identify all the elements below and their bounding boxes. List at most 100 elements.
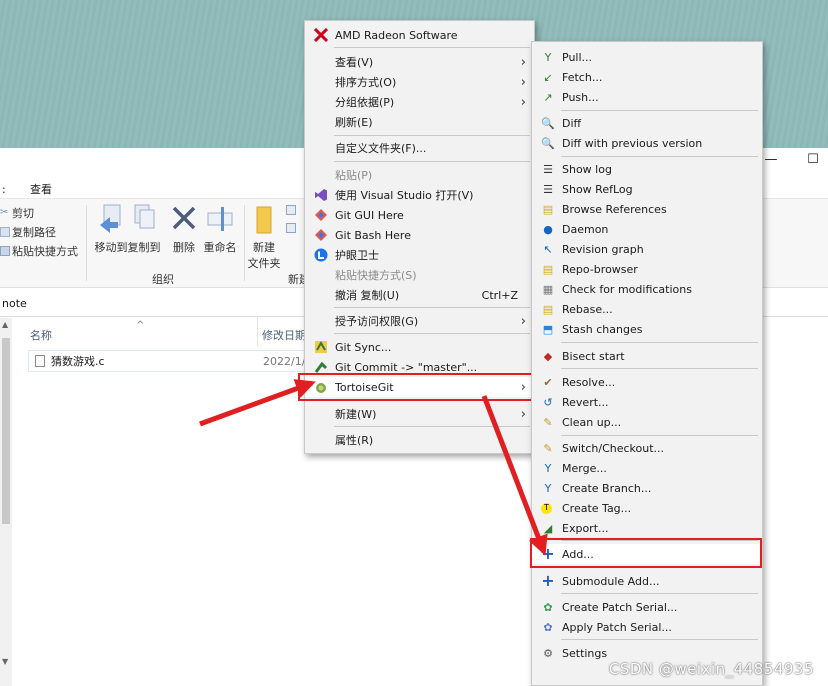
- minimize-button[interactable]: —: [764, 152, 778, 167]
- menu-item-paste-shortcut: 粘贴快捷方式(S): [305, 265, 534, 285]
- check-modifications-icon: ▦: [542, 282, 554, 296]
- pull-icon: Y: [544, 50, 552, 64]
- new-item-icon[interactable]: [286, 205, 296, 215]
- menu-item-view[interactable]: 查看(V) ›: [305, 52, 534, 72]
- menu-item-label: Check for modifications: [562, 282, 692, 296]
- tortoise-menu-item-clean-up[interactable]: ✎ Clean up...: [532, 412, 762, 432]
- menu-item-open-visual-studio[interactable]: 使用 Visual Studio 打开(V): [305, 185, 534, 205]
- easy-access-icon[interactable]: [286, 223, 296, 233]
- rename-button[interactable]: 重命名: [198, 203, 242, 255]
- new-folder-button[interactable]: 新建 文件夹: [242, 203, 286, 271]
- revert-icon: ↺: [543, 395, 553, 409]
- group-label-organize: 组织: [152, 273, 174, 286]
- tortoise-menu-item-show-log[interactable]: ☰ Show log: [532, 159, 762, 179]
- menu-separator: [561, 435, 758, 436]
- tortoise-menu-item-rebase[interactable]: ▤ Rebase...: [532, 299, 762, 319]
- menu-item-label: 属性(R): [335, 434, 374, 447]
- cut-button[interactable]: ✂ 剪切: [0, 205, 78, 221]
- menu-item-git-sync[interactable]: Git Sync...: [305, 337, 534, 357]
- menu-item-label: 授予访问权限(G): [335, 315, 419, 328]
- menu-item-eye-guard[interactable]: 护眼卫士: [305, 245, 534, 265]
- menu-item-customize-folder[interactable]: 自定义文件夹(F)...: [305, 138, 534, 158]
- tortoise-menu-item-create-tag[interactable]: T Create Tag...: [532, 498, 762, 518]
- tortoise-menu-item-merge[interactable]: Y Merge...: [532, 458, 762, 478]
- copy-path-button[interactable]: 复制路径: [0, 224, 78, 240]
- diff-previous-icon: 🔍: [541, 136, 555, 150]
- merge-icon: Y: [544, 461, 552, 475]
- paste-shortcut-button[interactable]: 粘贴快捷方式: [0, 243, 78, 259]
- column-header-modified[interactable]: 修改日期: [262, 327, 306, 343]
- menu-item-label: Bisect start: [562, 349, 625, 363]
- tortoise-menu-item-revision-graph[interactable]: ↖ Revision graph: [532, 239, 762, 259]
- menu-item-new[interactable]: 新建(W) ›: [305, 404, 534, 424]
- tortoise-menu-item-create-patch[interactable]: ✿ Create Patch Serial...: [532, 597, 762, 617]
- menu-item-label: 分组依据(P): [335, 96, 395, 109]
- maximize-button[interactable]: ☐: [806, 152, 820, 167]
- tortoise-menu-item-bisect[interactable]: ◆ Bisect start: [532, 346, 762, 366]
- menu-item-group-by[interactable]: 分组依据(P) ›: [305, 92, 534, 112]
- tortoise-menu-item-browse-references[interactable]: ▤ Browse References: [532, 199, 762, 219]
- scroll-down-icon[interactable]: ▼: [2, 657, 8, 666]
- menu-item-label: Create Tag...: [562, 501, 632, 515]
- tortoise-menu-item-submodule-add[interactable]: + Submodule Add...: [532, 571, 762, 591]
- menu-item-paste: 粘贴(P): [305, 165, 534, 185]
- menu-item-label: Pull...: [562, 50, 593, 64]
- copy-to-button[interactable]: 复制到: [122, 203, 166, 255]
- menu-item-give-access[interactable]: 授予访问权限(G) ›: [305, 311, 534, 331]
- tortoise-menu-item-pull[interactable]: Y Pull...: [532, 47, 762, 67]
- vertical-scrollbar[interactable]: ▲ ▼: [0, 318, 12, 686]
- menu-item-git-gui[interactable]: Git GUI Here: [305, 205, 534, 225]
- tortoise-menu-item-create-branch[interactable]: Y Create Branch...: [532, 478, 762, 498]
- tortoise-menu-item-daemon[interactable]: ● Daemon: [532, 219, 762, 239]
- menu-item-label: Diff with previous version: [562, 136, 703, 150]
- menu-item-sort-by[interactable]: 排序方式(O) ›: [305, 72, 534, 92]
- tortoise-menu-item-push[interactable]: ↗ Push...: [532, 87, 762, 107]
- menu-separator: [334, 307, 530, 308]
- menu-item-refresh[interactable]: 刷新(E): [305, 112, 534, 132]
- copy-path-icon: [0, 227, 10, 237]
- ribbon-divider: [86, 205, 87, 281]
- column-header-name[interactable]: 名称: [30, 327, 52, 343]
- tortoise-menu-item-diff[interactable]: 🔍 Diff: [532, 113, 762, 133]
- tortoise-menu-item-revert[interactable]: ↺ Revert...: [532, 392, 762, 412]
- new-folder-icon: [256, 206, 272, 234]
- copy-path-label: 复制路径: [12, 226, 56, 239]
- tortoise-menu-item-check-modifications[interactable]: ▦ Check for modifications: [532, 279, 762, 299]
- tortoise-menu-item-apply-patch[interactable]: ✿ Apply Patch Serial...: [532, 617, 762, 637]
- menu-item-label: Submodule Add...: [562, 574, 660, 588]
- menu-item-label: Switch/Checkout...: [562, 441, 665, 455]
- rebase-icon: ▤: [542, 302, 554, 316]
- menu-item-undo-copy[interactable]: 撤消 复制(U) Ctrl+Z: [305, 285, 534, 305]
- window-controls: — ☐: [764, 152, 820, 167]
- scrollbar-thumb[interactable]: [2, 338, 10, 524]
- tortoise-menu-item-show-reflog[interactable]: ☰ Show RefLog: [532, 179, 762, 199]
- menu-item-git-bash[interactable]: Git Bash Here: [305, 225, 534, 245]
- file-row[interactable]: 猜数游戏.c 2022/1/: [28, 350, 318, 372]
- menu-item-amd-radeon[interactable]: AMD Radeon Software: [305, 25, 534, 45]
- apply-patch-icon: ✿: [543, 620, 553, 634]
- menu-item-label: Diff: [562, 116, 582, 130]
- menu-item-label: Create Patch Serial...: [562, 600, 678, 614]
- tortoise-menu-item-stash[interactable]: ⬒ Stash changes: [532, 319, 762, 339]
- tortoise-menu-item-switch-checkout[interactable]: ✎ Switch/Checkout...: [532, 438, 762, 458]
- copy-to-icon: [134, 204, 155, 229]
- menu-item-label: Create Branch...: [562, 481, 652, 495]
- tab-view[interactable]: 查看: [30, 181, 52, 197]
- tortoise-menu-item-fetch[interactable]: ↙ Fetch...: [532, 67, 762, 87]
- menu-item-label: Push...: [562, 90, 599, 104]
- submenu-arrow-icon: ›: [520, 94, 526, 110]
- menu-item-label: Fetch...: [562, 70, 603, 84]
- sort-ascending-icon: ^: [136, 320, 145, 331]
- new-folder-label-line2: 文件夹: [247, 257, 281, 270]
- tortoise-menu-item-resolve[interactable]: ✔ Resolve...: [532, 372, 762, 392]
- tortoise-menu-item-export[interactable]: ◢ Export...: [532, 518, 762, 538]
- menu-item-properties[interactable]: 属性(R): [305, 430, 534, 450]
- bisect-icon: ◆: [543, 349, 553, 363]
- tortoise-menu-item-diff-previous[interactable]: 🔍 Diff with previous version: [532, 133, 762, 153]
- menu-item-label: Show RefLog: [562, 182, 633, 196]
- menu-separator: [334, 135, 530, 136]
- resolve-icon: ✔: [543, 375, 553, 389]
- tortoise-menu-item-repo-browser[interactable]: ▤ Repo-browser: [532, 259, 762, 279]
- tortoisegit-submenu: Y Pull... ↙ Fetch... ↗ Push... 🔍 Diff 🔍 Diff with…: [531, 41, 763, 686]
- menu-separator: [561, 639, 758, 640]
